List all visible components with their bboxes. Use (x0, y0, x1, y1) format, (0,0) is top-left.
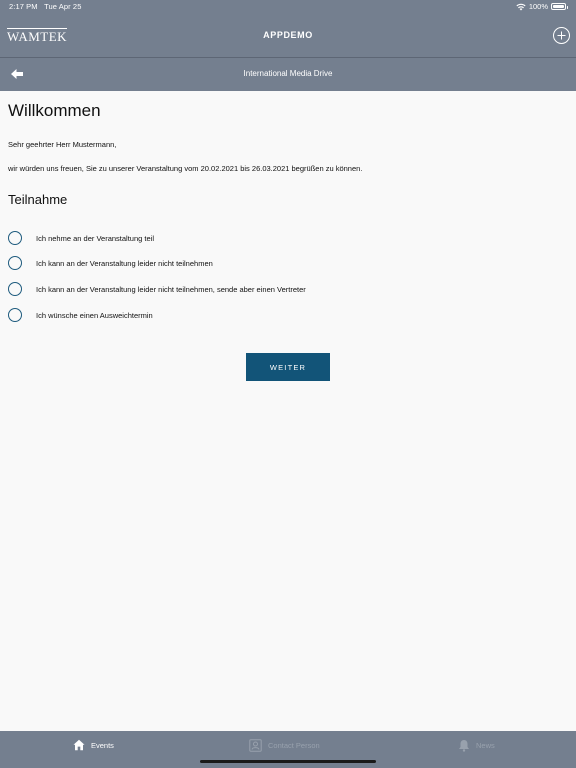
section-title: Teilnahme (8, 192, 68, 207)
radio-button[interactable] (8, 308, 22, 322)
status-clock: 2:17 PM (9, 2, 38, 11)
tab-events[interactable]: Events (73, 739, 114, 751)
radio-button[interactable] (8, 231, 22, 245)
intro-text: wir würden uns freuen, Sie zu unserer Ve… (8, 164, 363, 173)
home-indicator (200, 760, 376, 763)
home-icon (73, 739, 85, 751)
greeting-text: Sehr geehrter Herr Mustermann, (8, 140, 117, 149)
option-label: Ich nehme an der Veranstaltung teil (36, 233, 154, 243)
battery-percent: 100% (528, 2, 548, 11)
wifi-icon (516, 3, 526, 10)
app-title: APPDEMO (263, 30, 313, 40)
page-title: Willkommen (8, 101, 101, 120)
radio-button[interactable] (8, 256, 22, 270)
status-date: Tue Apr 25 (44, 2, 82, 11)
continue-button[interactable]: WEITER (246, 353, 330, 381)
option-label: Ich kann an der Veranstaltung leider nic… (36, 258, 213, 268)
tab-label: Contact Person (268, 741, 320, 750)
add-button[interactable] (553, 27, 570, 44)
option-label: Ich wünsche einen Ausweichtermin (36, 310, 153, 320)
tab-news[interactable]: News (458, 739, 495, 752)
plus-icon (557, 31, 566, 40)
tab-contact-person[interactable]: Contact Person (249, 739, 320, 752)
contact-card-icon (249, 739, 262, 752)
battery-level (553, 5, 564, 8)
sub-header: International Media Drive (0, 57, 576, 91)
option-attend[interactable]: Ich nehme an der Veranstaltung teil (8, 230, 408, 246)
radio-button[interactable] (8, 282, 22, 296)
option-decline-send-representative[interactable]: Ich kann an der Veranstaltung leider nic… (8, 281, 408, 297)
top-bar: 2:17 PM Tue Apr 25 100% WAMTEK APPDEMO (0, 0, 576, 57)
bell-icon (459, 740, 469, 752)
status-time: 2:17 PM Tue Apr 25 (9, 2, 81, 11)
tab-label: Events (91, 740, 114, 750)
option-label: Ich kann an der Veranstaltung leider nic… (36, 284, 306, 294)
option-decline[interactable]: Ich kann an der Veranstaltung leider nic… (8, 255, 408, 271)
tab-label: News (476, 741, 495, 750)
status-right: 100% (516, 2, 568, 11)
battery-icon (551, 3, 568, 10)
subheader-title: International Media Drive (243, 69, 333, 78)
option-alternative-date[interactable]: Ich wünsche einen Ausweichtermin (8, 307, 408, 323)
